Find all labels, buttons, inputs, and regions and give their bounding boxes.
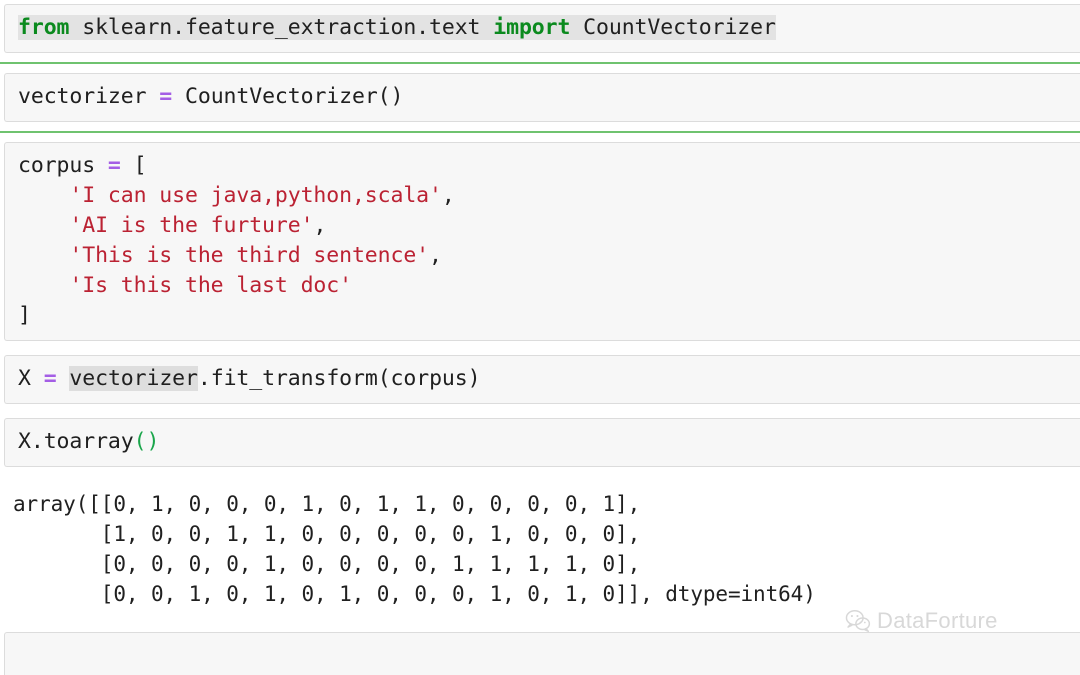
assign-operator: = [107, 153, 121, 178]
corpus-string-1: 'I can use java,python,scala' [69, 183, 442, 208]
module-path: sklearn.feature_extraction.text [69, 15, 494, 40]
list-close-bracket: ] [18, 303, 31, 328]
code-line-corpus-1: 'I can use java,python,scala', [5, 181, 1080, 211]
output-line-1: [1, 0, 0, 1, 1, 0, 0, 0, 0, 0, 1, 0, 0, … [13, 522, 641, 546]
var-vectorizer: vectorizer [18, 84, 160, 109]
toarray-call: X.toarray [18, 429, 134, 454]
code-line-fit-transform: X = vectorizer.fit_transform(corpus) [5, 364, 1080, 394]
highlighted-vectorizer: vectorizer [69, 366, 198, 391]
code-cell-next-empty[interactable] [4, 632, 1080, 675]
fit-transform-call: .fit_transform(corpus) [197, 366, 481, 391]
imported-name: CountVectorizer [570, 15, 776, 40]
assign-operator: = [159, 84, 173, 109]
code-cell-import[interactable]: from sklearn.feature_extraction.text imp… [4, 4, 1080, 53]
code-line-corpus-0: corpus = [ [5, 151, 1080, 181]
keyword-import: import [493, 15, 571, 40]
corpus-string-2: 'AI is the furture' [69, 213, 314, 238]
spacer-before-fit [0, 341, 1080, 355]
var-corpus: corpus [18, 153, 108, 178]
output-area: array([[0, 1, 0, 0, 0, 1, 0, 1, 1, 0, 0,… [0, 481, 1080, 618]
call-parentheses: () [133, 429, 160, 454]
code-line-vectorizer: vectorizer = CountVectorizer() [5, 82, 1080, 112]
code-line-corpus-5: ] [5, 301, 1080, 331]
code-line-corpus-3: 'This is the third sentence', [5, 241, 1080, 271]
spacer-after-import [0, 53, 1080, 62]
countvectorizer-call: CountVectorizer() [172, 84, 404, 109]
spacer-after-output [0, 618, 1080, 632]
code-line-toarray: X.toarray() [5, 427, 1080, 457]
code-cell-toarray[interactable]: X.toarray() [4, 418, 1080, 467]
spacer-after-vectorizer [0, 122, 1080, 131]
code-line-corpus-4: 'Is this the last doc' [5, 271, 1080, 301]
jupyter-notebook: from sklearn.feature_extraction.text imp… [0, 0, 1080, 675]
comma: , [441, 183, 455, 208]
assign-operator: = [43, 366, 57, 391]
code-cell-vectorizer[interactable]: vectorizer = CountVectorizer() [4, 73, 1080, 122]
var-x: X [18, 366, 44, 391]
code-cell-fit-transform[interactable]: X = vectorizer.fit_transform(corpus) [4, 355, 1080, 404]
list-open-bracket: [ [120, 153, 147, 178]
corpus-string-3: 'This is the third sentence' [69, 243, 430, 268]
output-line-0: array([[0, 1, 0, 0, 0, 1, 0, 1, 1, 0, 0,… [13, 492, 641, 516]
keyword-from: from [18, 15, 70, 40]
output-line-3: [0, 0, 1, 0, 1, 0, 1, 0, 0, 0, 1, 0, 1, … [13, 582, 816, 606]
code-line-corpus-2: 'AI is the furture', [5, 211, 1080, 241]
corpus-string-4: 'Is this the last doc' [69, 273, 352, 298]
comma: , [313, 213, 327, 238]
spacer-before-toarray [0, 404, 1080, 418]
spacer-before-output [0, 467, 1080, 481]
spacer-before-corpus [0, 133, 1080, 142]
spacer-before-vectorizer [0, 64, 1080, 73]
output-line-2: [0, 0, 0, 0, 1, 0, 0, 0, 0, 1, 1, 1, 1, … [13, 552, 641, 576]
code-cell-corpus[interactable]: corpus = [ 'I can use java,python,scala'… [4, 142, 1080, 341]
comma: , [429, 243, 442, 268]
code-line-import: from sklearn.feature_extraction.text imp… [5, 13, 1080, 43]
